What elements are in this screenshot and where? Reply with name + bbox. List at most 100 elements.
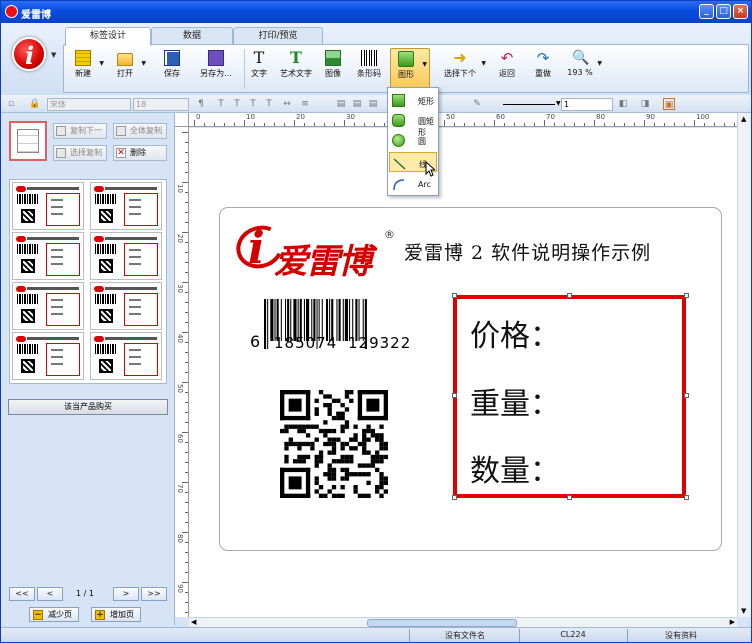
template-thumbnail[interactable] — [90, 332, 162, 380]
save-button[interactable]: 保存 — [160, 48, 184, 90]
pen-icon[interactable]: ✎ — [471, 98, 483, 110]
layer-front-icon[interactable]: ◧ — [617, 98, 629, 110]
next-page-button[interactable]: > — [113, 587, 139, 601]
strike-icon[interactable]: T — [263, 98, 275, 110]
prev-page-button[interactable]: < — [37, 587, 63, 601]
underline-icon[interactable]: T — [247, 98, 259, 110]
image-button[interactable]: 图像 — [322, 48, 344, 90]
buy-product-button[interactable]: 该当产品购买 — [8, 399, 168, 415]
qr-code-image[interactable] — [280, 390, 388, 498]
undo-button[interactable]: ↶ 返回 — [496, 48, 518, 90]
dropdown-arrow-icon[interactable]: ▼ — [422, 61, 427, 68]
ruler-tick — [644, 120, 645, 126]
maximize-button[interactable]: □ — [716, 4, 731, 19]
scroll-down-icon[interactable]: ▼ — [741, 607, 746, 615]
shape-menu-item-4[interactable]: Arc — [389, 174, 437, 194]
price-frame[interactable]: 价格： 重量： 数量： — [453, 295, 686, 498]
zoom-button[interactable]: 🔍 193 % ▼ — [566, 48, 602, 90]
select-next-button[interactable]: ➜ 选择下个 ▼ — [442, 48, 486, 90]
shape-menu-item-2[interactable]: 圆 — [389, 130, 437, 150]
char-spacing-icon[interactable]: ↔ — [281, 98, 293, 110]
italic-icon[interactable]: T — [231, 98, 243, 110]
resize-handle-bl[interactable] — [452, 495, 457, 500]
dropdown-arrow-icon[interactable]: ▼ — [141, 60, 146, 67]
template-thumbnail[interactable] — [12, 232, 84, 280]
resize-handle-l[interactable] — [452, 393, 457, 398]
text-button[interactable]: T 文字 — [248, 48, 270, 90]
tab-data[interactable]: 数据 — [151, 27, 233, 45]
resize-handle-t[interactable] — [567, 293, 572, 298]
copy-next-button[interactable]: 复制下一 — [53, 123, 107, 139]
layout-preview-icon[interactable] — [9, 121, 47, 161]
qr-module — [314, 463, 319, 468]
bold-icon[interactable]: T — [215, 98, 227, 110]
resize-handle-r[interactable] — [684, 393, 689, 398]
resize-handle-tl[interactable] — [452, 293, 457, 298]
label-title[interactable]: 爱雷博 2 软件说明操作示例 — [404, 238, 651, 265]
fit-icon[interactable]: ▣ — [663, 98, 675, 110]
first-page-button[interactable]: << — [9, 587, 35, 601]
brand-logo[interactable]: i 爱雷博 ® — [230, 219, 395, 282]
line-width-select[interactable]: 1 — [561, 98, 613, 111]
tab-label-design[interactable]: 标签设计 — [65, 27, 151, 46]
qr-module — [370, 428, 376, 434]
qr-module — [357, 441, 363, 447]
horizontal-scrollbar[interactable]: ◀ ▶ — [189, 617, 737, 627]
template-thumbnail[interactable] — [12, 332, 84, 380]
template-thumbnail[interactable] — [90, 232, 162, 280]
barcode-button[interactable]: 条形码 — [354, 48, 384, 90]
align-left-icon[interactable]: ▤ — [335, 98, 347, 110]
scroll-thumb[interactable] — [367, 619, 517, 627]
copy-all-button[interactable]: 全体复制 — [113, 123, 167, 139]
scroll-right-icon[interactable]: ▶ — [730, 618, 735, 626]
font-family-select[interactable]: 宋体 — [47, 98, 131, 111]
close-button[interactable]: × — [733, 4, 748, 19]
layer-back-icon[interactable]: ◨ — [639, 98, 651, 110]
template-thumbnail[interactable] — [12, 282, 84, 330]
remove-page-button[interactable]: − 减少页 — [29, 607, 79, 622]
shape-menu-item-1[interactable]: 圆矩形 — [389, 110, 437, 137]
template-thumbnail[interactable] — [90, 282, 162, 330]
shape-menu-item-0[interactable]: 矩形 — [389, 90, 437, 110]
text-height-icon[interactable]: ¶ — [195, 98, 207, 110]
art-text-button[interactable]: T 艺术文字 — [278, 48, 314, 90]
dropdown-arrow-icon[interactable]: ▼ — [481, 60, 486, 67]
template-thumbnail[interactable] — [90, 182, 162, 230]
dropdown-arrow-icon[interactable]: ▼ — [597, 60, 602, 67]
label-card[interactable]: i 爱雷博 ® 爱雷博 2 软件说明操作示例 6 185074 129322 价… — [219, 207, 722, 551]
lock-icon[interactable]: 🔒 — [29, 98, 41, 110]
select-copy-button[interactable]: 选择复制 — [53, 145, 107, 161]
new-button[interactable]: 新建 ▼ — [70, 48, 104, 90]
align-center-icon[interactable]: ▤ — [351, 98, 363, 110]
scroll-up-icon[interactable]: ▲ — [741, 115, 746, 123]
resize-handle-tr[interactable] — [684, 293, 689, 298]
line-spacing-icon[interactable]: ≡ — [299, 98, 311, 110]
price-label[interactable]: 价格： — [470, 311, 560, 355]
weight-label[interactable]: 重量： — [470, 379, 560, 423]
quantity-label[interactable]: 数量： — [470, 446, 560, 490]
delete-button[interactable]: ✕ 删除 — [113, 145, 167, 161]
add-page-button[interactable]: + 增加页 — [91, 607, 141, 622]
tab-print-preview[interactable]: 打印/预览 — [233, 27, 323, 45]
font-size-select[interactable]: 18 — [133, 98, 189, 111]
template-thumbnail[interactable] — [12, 182, 84, 230]
resize-handle-br[interactable] — [684, 495, 689, 500]
design-canvas[interactable]: i 爱雷博 ® 爱雷博 2 软件说明操作示例 6 185074 129322 价… — [189, 128, 737, 617]
qr-module — [284, 441, 289, 447]
save-as-button[interactable]: 另存为... — [196, 48, 236, 90]
vertical-scrollbar[interactable]: ▲ ▼ — [737, 113, 751, 617]
image-icon — [325, 50, 341, 66]
align-right-icon[interactable]: ▤ — [367, 98, 379, 110]
open-button[interactable]: 打开 ▼ — [112, 48, 146, 90]
app-menu-button[interactable]: ▼ — [9, 31, 56, 91]
scroll-left-icon[interactable]: ◀ — [191, 618, 196, 626]
dropdown-arrow-icon[interactable]: ▼ — [99, 60, 104, 67]
qr-module — [379, 424, 384, 429]
ruler-tick — [185, 472, 188, 473]
shape-button[interactable]: 图形 ▼ — [390, 48, 430, 90]
redo-button[interactable]: ↷ 重做 — [532, 48, 554, 90]
minimize-button[interactable]: _ — [699, 4, 714, 19]
chevron-down-icon[interactable]: ▼ — [556, 100, 561, 107]
resize-handle-b[interactable] — [567, 495, 572, 500]
last-page-button[interactable]: >> — [141, 587, 167, 601]
